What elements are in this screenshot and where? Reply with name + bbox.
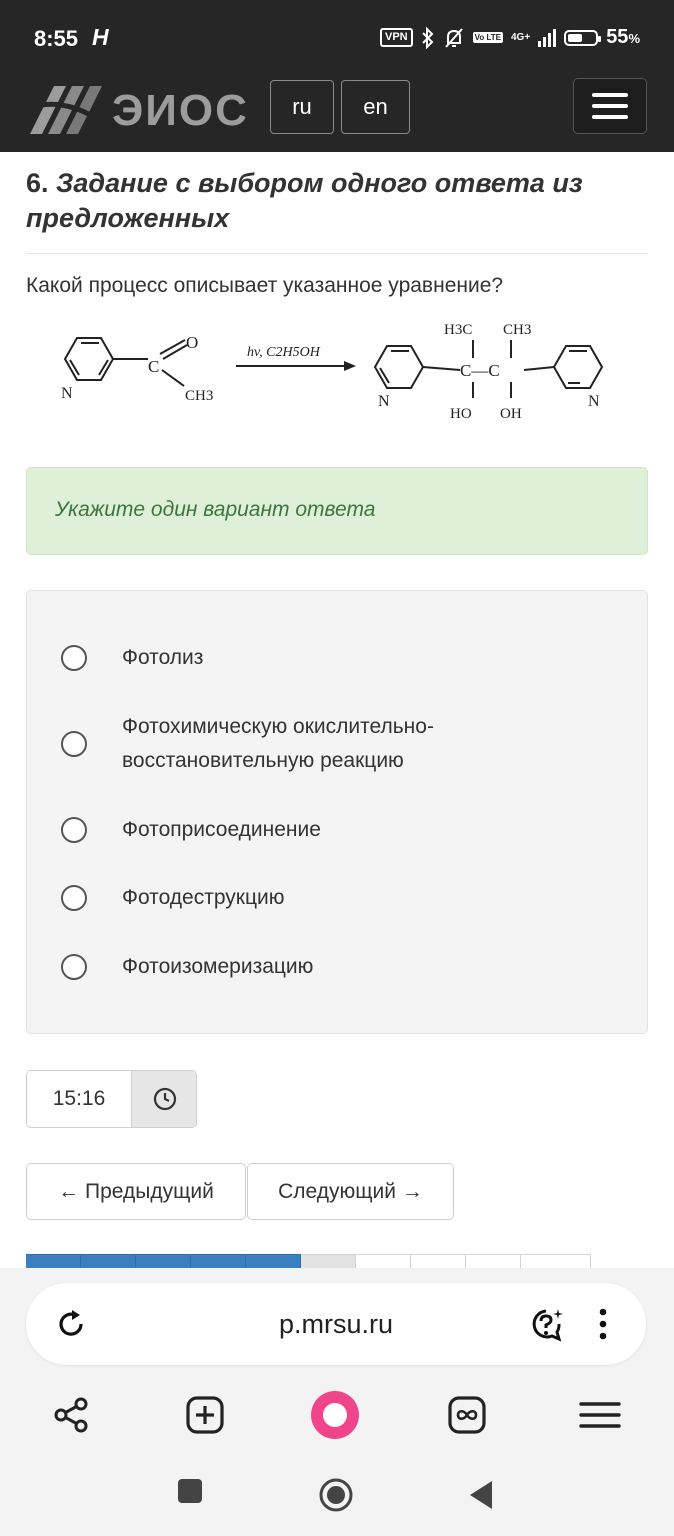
hint-text: Укажите один вариант ответа <box>55 498 376 521</box>
next-button[interactable]: Следующий → <box>247 1163 454 1220</box>
hamburger-menu-button[interactable] <box>573 78 647 134</box>
reactant-o: O <box>186 333 198 352</box>
question-type: Задание с выбором одного ответа из предл… <box>26 168 583 233</box>
product-n-right: N <box>588 393 600 410</box>
hint-box: Укажите один вариант ответа <box>26 467 648 555</box>
back-icon[interactable] <box>466 1475 496 1515</box>
radio-button[interactable] <box>61 645 87 671</box>
logo-text: ЭИОС <box>112 86 249 135</box>
question-title: 6. Задание с выбором одного ответа из пр… <box>26 166 636 236</box>
battery-percent: 55% <box>606 26 640 48</box>
status-h-icon: Н <box>92 24 109 50</box>
reaction-equation-image: N C O CH3 hv, C2H5OH N H3C CH3 C—C HO OH… <box>61 322 604 422</box>
battery-icon <box>564 29 602 46</box>
signal-icon <box>538 28 557 47</box>
menu-bar <box>592 104 628 108</box>
answer-label[interactable]: Фотохимическую окислительно-восстановите… <box>122 710 542 778</box>
browser-menu-button[interactable] <box>575 1390 625 1440</box>
product-ho: HO <box>450 406 472 422</box>
radio-button[interactable] <box>61 954 87 980</box>
infinity-tabs-icon <box>448 1396 486 1434</box>
home-icon[interactable] <box>318 1475 354 1515</box>
product-oh: OH <box>500 406 522 422</box>
status-bar: 8:55 Н VPN Vo LTE 4G+ 55% <box>0 0 674 78</box>
answer-label[interactable]: Фотодеструкцию <box>122 881 542 915</box>
radio-button[interactable] <box>61 885 87 911</box>
question-text: Какой процесс описывает указанное уравне… <box>26 274 504 297</box>
more-vertical-icon[interactable] <box>596 1307 610 1341</box>
divider <box>26 253 648 254</box>
timer-value: 15:16 <box>27 1071 131 1127</box>
reactant-ch3: CH3 <box>185 388 213 404</box>
radio-button[interactable] <box>61 731 87 757</box>
site-header: ЭИОС ru en <box>0 78 674 152</box>
menu-bar <box>592 115 628 119</box>
tabs-button[interactable] <box>442 1390 492 1440</box>
reactant-n: N <box>61 385 73 402</box>
assistant-question-icon[interactable] <box>526 1305 566 1345</box>
alice-button[interactable] <box>310 1390 360 1440</box>
timer-toggle-button[interactable] <box>131 1071 196 1127</box>
menu-bar <box>592 93 628 97</box>
question-number: 6. <box>26 168 49 198</box>
product-chain: C—C <box>460 361 500 380</box>
timer: 15:16 <box>26 1070 197 1128</box>
clock-icon <box>153 1087 177 1111</box>
volte-icon: Vo LTE <box>472 32 503 43</box>
new-tab-button[interactable] <box>180 1390 230 1440</box>
answers-list: Фотолиз Фотохимическую окислительно-восс… <box>26 590 648 1034</box>
bell-muted-icon <box>444 27 463 48</box>
lang-ru-button[interactable]: ru <box>270 80 334 134</box>
radio-button[interactable] <box>61 817 87 843</box>
answer-label[interactable]: Фотоприсоединение <box>122 813 542 847</box>
answer-label[interactable]: Фотоизомеризацию <box>122 950 542 984</box>
prev-button[interactable]: ← Предыдущий <box>26 1163 246 1220</box>
share-button[interactable] <box>46 1390 96 1440</box>
menu-icon <box>579 1402 621 1428</box>
alice-icon <box>311 1391 359 1439</box>
eios-logo-icon <box>27 86 104 134</box>
reactant-pyridine-ring <box>63 337 115 381</box>
share-icon <box>54 1397 88 1433</box>
product-pyridine-ring-right <box>552 345 604 389</box>
bluetooth-icon <box>421 26 434 49</box>
product-pyridine-ring-left <box>373 345 425 389</box>
product-n-left: N <box>378 393 390 410</box>
plus-box-icon <box>186 1396 224 1434</box>
status-icons: VPN Vo LTE 4G+ 55% <box>380 26 640 49</box>
address-bar[interactable]: p.mrsu.ru <box>26 1283 646 1365</box>
vpn-icon: VPN <box>380 28 413 47</box>
answer-label[interactable]: Фотолиз <box>122 641 542 675</box>
recent-apps-icon[interactable] <box>176 1475 206 1505</box>
network-type: 4G+ <box>511 31 531 43</box>
lang-en-button[interactable]: en <box>341 80 410 134</box>
reaction-conditions: hv, C2H5OH <box>247 345 321 360</box>
status-time: 8:55 <box>34 26 79 51</box>
product-h3c: H3C <box>444 322 472 338</box>
product-ch3: CH3 <box>503 322 531 338</box>
reactant-c: C <box>148 357 159 376</box>
